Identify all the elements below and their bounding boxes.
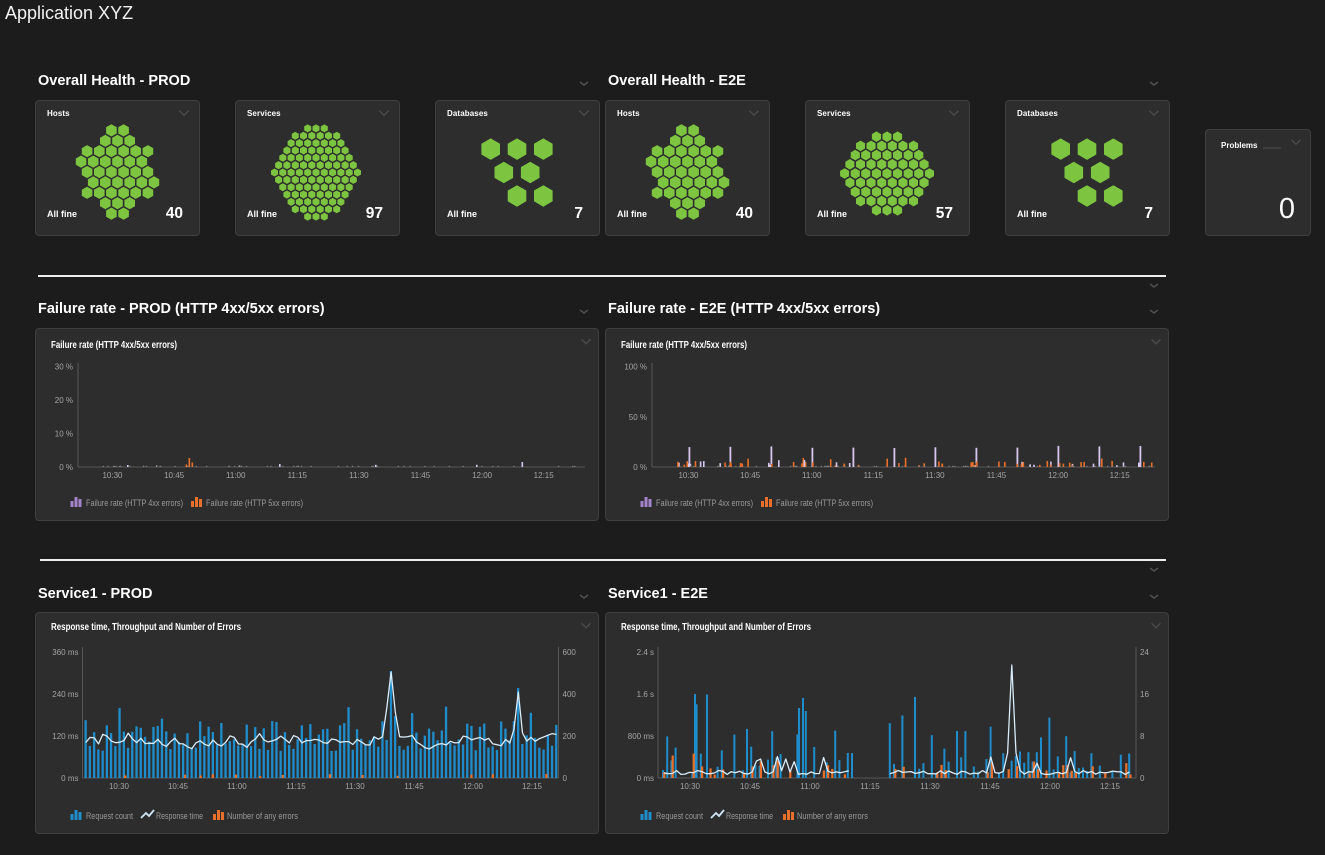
svg-text:11:30: 11:30 xyxy=(349,471,369,480)
svg-text:12:15: 12:15 xyxy=(522,782,543,791)
svg-text:11:45: 11:45 xyxy=(411,471,431,480)
svg-text:Number of any errors: Number of any errors xyxy=(797,811,868,822)
svg-text:11:00: 11:00 xyxy=(802,471,822,480)
svg-text:11:45: 11:45 xyxy=(987,471,1007,480)
svg-text:400: 400 xyxy=(563,690,577,699)
svg-text:120 ms: 120 ms xyxy=(52,732,78,741)
svg-text:11:30: 11:30 xyxy=(345,782,365,791)
svg-text:10:30: 10:30 xyxy=(102,471,123,480)
svg-text:200: 200 xyxy=(563,732,577,741)
svg-text:10:45: 10:45 xyxy=(740,782,761,791)
svg-text:20 %: 20 % xyxy=(55,396,73,405)
svg-text:11:15: 11:15 xyxy=(860,782,880,791)
svg-text:10 %: 10 % xyxy=(55,430,73,439)
svg-text:16: 16 xyxy=(1140,690,1149,699)
svg-text:11:15: 11:15 xyxy=(286,782,306,791)
svg-text:10:45: 10:45 xyxy=(164,471,185,480)
svg-text:Number of any errors: Number of any errors xyxy=(227,811,298,822)
svg-text:12:15: 12:15 xyxy=(1100,782,1121,791)
svg-text:10:45: 10:45 xyxy=(740,471,761,480)
svg-text:Failure rate (HTTP 4xx errors): Failure rate (HTTP 4xx errors) xyxy=(86,498,183,509)
svg-text:Response time, Throughput and: Response time, Throughput and Number of … xyxy=(51,622,241,633)
svg-text:800 ms: 800 ms xyxy=(628,732,654,741)
svg-text:0: 0 xyxy=(563,774,568,783)
svg-text:10:45: 10:45 xyxy=(168,782,189,791)
svg-text:8: 8 xyxy=(1140,732,1145,741)
svg-text:11:45: 11:45 xyxy=(980,782,1000,791)
svg-text:0 %: 0 % xyxy=(633,463,647,472)
svg-text:10:30: 10:30 xyxy=(680,782,701,791)
svg-text:1.6 s: 1.6 s xyxy=(637,690,654,699)
svg-text:600: 600 xyxy=(563,648,577,657)
svg-text:360 ms: 360 ms xyxy=(52,648,78,657)
svg-text:Response time, Throughput and: Response time, Throughput and Number of … xyxy=(621,622,811,633)
svg-text:240 ms: 240 ms xyxy=(52,690,78,699)
svg-text:Request count: Request count xyxy=(86,811,133,822)
svg-text:Failure rate (HTTP 5xx errors): Failure rate (HTTP 5xx errors) xyxy=(776,498,873,509)
svg-text:11:00: 11:00 xyxy=(800,782,820,791)
svg-text:30 %: 30 % xyxy=(55,363,73,372)
svg-text:11:00: 11:00 xyxy=(226,471,246,480)
svg-text:Failure rate (HTTP 4xx/5xx err: Failure rate (HTTP 4xx/5xx errors) xyxy=(621,340,747,351)
svg-text:12:15: 12:15 xyxy=(1110,471,1131,480)
svg-text:Response time: Response time xyxy=(726,811,773,822)
svg-text:11:30: 11:30 xyxy=(920,782,940,791)
svg-text:12:00: 12:00 xyxy=(1048,471,1069,480)
svg-text:2.4 s: 2.4 s xyxy=(637,648,654,657)
svg-text:10:30: 10:30 xyxy=(678,471,699,480)
svg-text:11:00: 11:00 xyxy=(227,782,247,791)
svg-text:12:00: 12:00 xyxy=(472,471,493,480)
svg-text:11:45: 11:45 xyxy=(404,782,424,791)
svg-text:100 %: 100 % xyxy=(624,363,647,372)
svg-text:Failure rate (HTTP 4xx errors): Failure rate (HTTP 4xx errors) xyxy=(656,498,753,509)
svg-text:0 %: 0 % xyxy=(59,463,73,472)
svg-text:12:15: 12:15 xyxy=(534,471,555,480)
svg-text:Request count: Request count xyxy=(656,811,703,822)
svg-text:11:15: 11:15 xyxy=(288,471,308,480)
svg-text:50 %: 50 % xyxy=(629,413,647,422)
svg-text:0: 0 xyxy=(1140,774,1145,783)
svg-text:Failure rate (HTTP 4xx/5xx err: Failure rate (HTTP 4xx/5xx errors) xyxy=(51,340,177,351)
svg-text:12:00: 12:00 xyxy=(463,782,484,791)
svg-text:Response time: Response time xyxy=(156,811,203,822)
svg-text:0 ms: 0 ms xyxy=(61,774,78,783)
svg-text:11:30: 11:30 xyxy=(925,471,945,480)
svg-text:0 ms: 0 ms xyxy=(637,774,654,783)
svg-text:10:30: 10:30 xyxy=(109,782,130,791)
svg-text:11:15: 11:15 xyxy=(864,471,884,480)
svg-text:Failure rate (HTTP 5xx errors): Failure rate (HTTP 5xx errors) xyxy=(206,498,303,509)
svg-text:12:00: 12:00 xyxy=(1040,782,1061,791)
svg-text:24: 24 xyxy=(1140,648,1149,657)
